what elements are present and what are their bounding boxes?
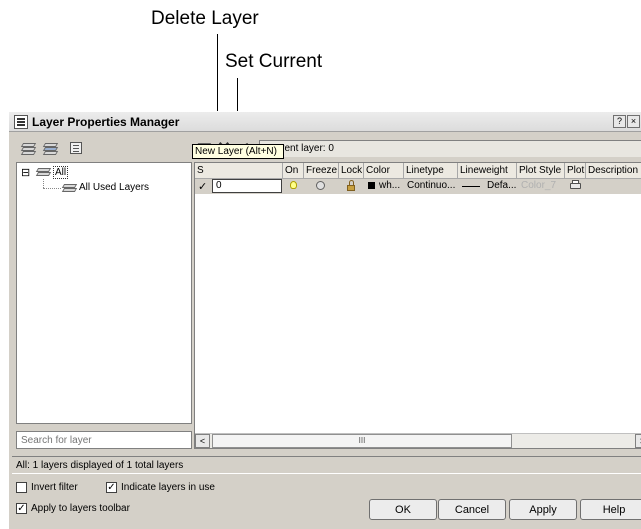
scroll-right-button[interactable]: > <box>635 434 641 448</box>
layer-name-field[interactable]: 0 <box>212 179 282 193</box>
horizontal-scrollbar[interactable]: < III > <box>195 433 641 448</box>
new-property-filter-button[interactable] <box>19 139 37 157</box>
column-header-plot-style[interactable]: Plot Style <box>517 163 565 179</box>
used-layers-filter-icon <box>61 182 78 196</box>
help-button[interactable]: Help <box>580 499 641 520</box>
column-header-on[interactable]: On <box>283 163 304 179</box>
invert-filter-checkbox[interactable]: Invert filter <box>16 482 78 493</box>
help-title-button[interactable]: ? <box>613 115 626 128</box>
column-header-status[interactable]: S <box>195 163 283 179</box>
layer-properties-manager-window: Layer Properties Manager ? × ✕ <box>8 111 641 529</box>
invert-filter-label: Invert filter <box>31 482 78 493</box>
cancel-button[interactable]: Cancel <box>438 499 506 520</box>
window-title: Layer Properties Manager <box>32 115 180 129</box>
all-filter-icon <box>35 166 52 180</box>
indicate-layers-in-use-label: Indicate layers in use <box>121 482 215 493</box>
column-header-plot[interactable]: Plot <box>565 163 586 179</box>
delete-layer-callout: Delete Layer <box>151 8 259 29</box>
set-current-callout: Set Current <box>225 51 323 72</box>
ok-button[interactable]: OK <box>369 499 437 520</box>
apply-to-layers-toolbar-label: Apply to layers toolbar <box>31 503 130 514</box>
plot-printer-icon[interactable] <box>569 180 583 193</box>
tree-connector-horizontal <box>43 188 61 189</box>
column-header-freeze[interactable]: Freeze <box>304 163 339 179</box>
layer-states-icon <box>70 142 82 154</box>
indicate-layers-in-use-box[interactable]: ✓ <box>106 482 117 493</box>
close-title-button[interactable]: × <box>627 115 640 128</box>
layer-states-manager-button[interactable] <box>67 139 85 157</box>
tree-connector <box>43 179 44 188</box>
apply-to-layers-toolbar-box[interactable]: ✓ <box>16 503 27 514</box>
new-layer-tooltip: New Layer (Alt+N) <box>192 144 284 159</box>
current-layer-label: Current layer: 0 <box>259 140 641 157</box>
layer-plot-style: Color_7 <box>521 180 557 191</box>
tree-item-all-used-layers[interactable]: All Used Layers <box>79 182 149 193</box>
lineweight-line-icon <box>461 180 483 193</box>
unlock-padlock-icon[interactable] <box>346 180 358 193</box>
tree-item-all[interactable]: All <box>53 166 69 179</box>
new-group-filter-button[interactable] <box>41 139 59 157</box>
column-header-lock[interactable]: Lock <box>339 163 364 179</box>
layer-lineweight[interactable]: Defa... <box>487 180 516 193</box>
filter-tree-panel[interactable]: ⊟ All All Used Layers <box>16 162 192 424</box>
color-swatch-icon[interactable] <box>367 180 377 193</box>
column-header-lineweight[interactable]: Lineweight <box>458 163 517 179</box>
apply-button[interactable]: Apply <box>509 499 577 520</box>
tree-collapse-icon[interactable]: ⊟ <box>21 166 30 179</box>
layer-list-grid[interactable]: S On Freeze Lock Color Linetype Lineweig… <box>194 162 641 449</box>
column-header-description[interactable]: Description <box>586 163 641 179</box>
layer-color-name[interactable]: wh... <box>379 180 400 193</box>
invert-filter-box[interactable] <box>16 482 27 493</box>
indicate-layers-in-use-checkbox[interactable]: ✓ Indicate layers in use <box>106 482 215 493</box>
layer-on-lightbulb-icon[interactable] <box>289 180 299 193</box>
column-header-color[interactable]: Color <box>364 163 404 179</box>
status-bar: All: 1 layers displayed of 1 total layer… <box>12 456 641 474</box>
title-bar: Layer Properties Manager ? × <box>9 112 641 132</box>
current-layer-check-icon: ✓ <box>198 181 208 193</box>
search-layer-input[interactable] <box>16 431 192 449</box>
apply-to-layers-toolbar-checkbox[interactable]: ✓ Apply to layers toolbar <box>16 503 130 514</box>
scroll-thumb[interactable]: III <box>212 434 512 448</box>
scroll-left-button[interactable]: < <box>195 434 210 448</box>
layer-linetype[interactable]: Continuo... <box>407 180 455 193</box>
layer-manager-app-icon <box>14 115 28 129</box>
column-header-linetype[interactable]: Linetype <box>404 163 458 179</box>
freeze-sun-icon[interactable] <box>315 180 327 193</box>
